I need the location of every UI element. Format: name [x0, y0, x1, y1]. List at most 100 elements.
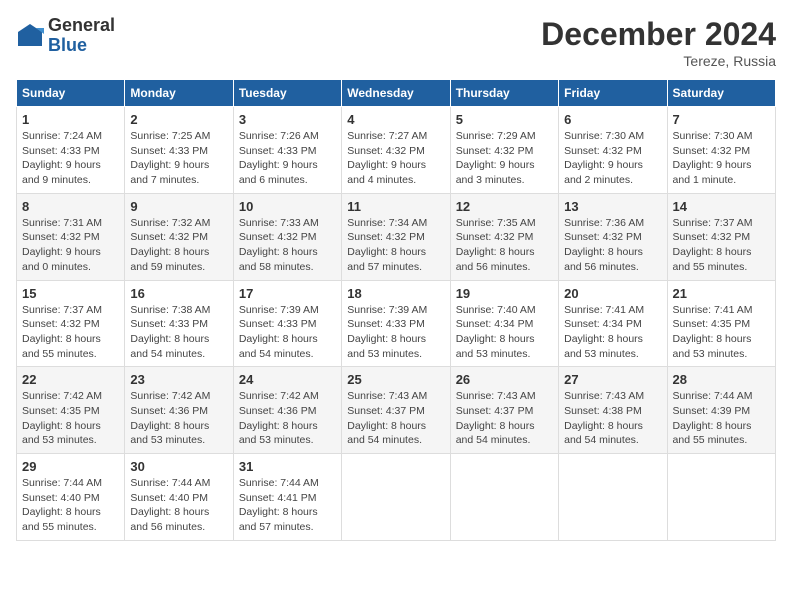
day-info: Sunrise: 7:39 AM Sunset: 4:33 PM Dayligh… [239, 303, 336, 362]
day-number: 28 [673, 372, 770, 387]
day-number: 1 [22, 112, 119, 127]
logo: General Blue [16, 16, 115, 56]
calendar-cell: 20 Sunrise: 7:41 AM Sunset: 4:34 PM Dayli… [559, 280, 667, 367]
weekday-header-sunday: Sunday [17, 80, 125, 107]
calendar-week-3: 15 Sunrise: 7:37 AM Sunset: 4:32 PM Dayli… [17, 280, 776, 367]
day-number: 27 [564, 372, 661, 387]
title-block: December 2024 Tereze, Russia [541, 16, 776, 69]
day-info: Sunrise: 7:24 AM Sunset: 4:33 PM Dayligh… [22, 129, 119, 188]
calendar-cell: 21 Sunrise: 7:41 AM Sunset: 4:35 PM Dayli… [667, 280, 775, 367]
day-number: 23 [130, 372, 227, 387]
day-info: Sunrise: 7:40 AM Sunset: 4:34 PM Dayligh… [456, 303, 553, 362]
day-info: Sunrise: 7:31 AM Sunset: 4:32 PM Dayligh… [22, 216, 119, 275]
weekday-header-wednesday: Wednesday [342, 80, 450, 107]
weekday-header-row: SundayMondayTuesdayWednesdayThursdayFrid… [17, 80, 776, 107]
weekday-header-saturday: Saturday [667, 80, 775, 107]
calendar-cell: 19 Sunrise: 7:40 AM Sunset: 4:34 PM Dayli… [450, 280, 558, 367]
day-number: 4 [347, 112, 444, 127]
day-info: Sunrise: 7:41 AM Sunset: 4:35 PM Dayligh… [673, 303, 770, 362]
calendar-cell: 30Sunrise: 7:44 AM Sunset: 4:40 PM Dayli… [125, 454, 233, 541]
day-info: Sunrise: 7:27 AM Sunset: 4:32 PM Dayligh… [347, 129, 444, 188]
day-number: 15 [22, 286, 119, 301]
calendar-cell: 24Sunrise: 7:42 AM Sunset: 4:36 PM Dayli… [233, 367, 341, 454]
day-number: 21 [673, 286, 770, 301]
calendar-cell: 15 Sunrise: 7:37 AM Sunset: 4:32 PM Dayli… [17, 280, 125, 367]
calendar-week-1: 1 Sunrise: 7:24 AM Sunset: 4:33 PM Daylig… [17, 107, 776, 194]
day-info: Sunrise: 7:44 AM Sunset: 4:40 PM Dayligh… [22, 476, 119, 535]
day-number: 8 [22, 199, 119, 214]
day-number: 14 [673, 199, 770, 214]
calendar-cell: 13Sunrise: 7:36 AM Sunset: 4:32 PM Dayli… [559, 193, 667, 280]
day-info: Sunrise: 7:43 AM Sunset: 4:37 PM Dayligh… [456, 389, 553, 448]
calendar-cell: 16Sunrise: 7:38 AM Sunset: 4:33 PM Dayli… [125, 280, 233, 367]
month-title: December 2024 [541, 16, 776, 53]
calendar-cell: 3 Sunrise: 7:26 AM Sunset: 4:33 PM Daylig… [233, 107, 341, 194]
calendar-cell: 23Sunrise: 7:42 AM Sunset: 4:36 PM Dayli… [125, 367, 233, 454]
day-info: Sunrise: 7:38 AM Sunset: 4:33 PM Dayligh… [130, 303, 227, 362]
day-number: 9 [130, 199, 227, 214]
day-info: Sunrise: 7:37 AM Sunset: 4:32 PM Dayligh… [673, 216, 770, 275]
day-number: 29 [22, 459, 119, 474]
day-info: Sunrise: 7:26 AM Sunset: 4:33 PM Dayligh… [239, 129, 336, 188]
calendar-cell: 2 Sunrise: 7:25 AM Sunset: 4:33 PM Daylig… [125, 107, 233, 194]
calendar-cell: 27 Sunrise: 7:43 AM Sunset: 4:38 PM Dayli… [559, 367, 667, 454]
day-number: 13 [564, 199, 661, 214]
calendar-cell [667, 454, 775, 541]
logo-text: General Blue [48, 16, 115, 56]
day-number: 31 [239, 459, 336, 474]
calendar-cell: 10 Sunrise: 7:33 AM Sunset: 4:32 PM Dayli… [233, 193, 341, 280]
calendar-cell: 31 Sunrise: 7:44 AM Sunset: 4:41 PM Dayli… [233, 454, 341, 541]
weekday-header-friday: Friday [559, 80, 667, 107]
calendar-cell: 4 Sunrise: 7:27 AM Sunset: 4:32 PM Daylig… [342, 107, 450, 194]
day-info: Sunrise: 7:44 AM Sunset: 4:40 PM Dayligh… [130, 476, 227, 535]
day-info: Sunrise: 7:43 AM Sunset: 4:37 PM Dayligh… [347, 389, 444, 448]
day-number: 10 [239, 199, 336, 214]
day-info: Sunrise: 7:25 AM Sunset: 4:33 PM Dayligh… [130, 129, 227, 188]
calendar-week-4: 22 Sunrise: 7:42 AM Sunset: 4:35 PM Dayli… [17, 367, 776, 454]
day-number: 6 [564, 112, 661, 127]
calendar-cell: 1 Sunrise: 7:24 AM Sunset: 4:33 PM Daylig… [17, 107, 125, 194]
day-info: Sunrise: 7:32 AM Sunset: 4:32 PM Dayligh… [130, 216, 227, 275]
calendar-cell: 8 Sunrise: 7:31 AM Sunset: 4:32 PM Daylig… [17, 193, 125, 280]
day-number: 7 [673, 112, 770, 127]
day-info: Sunrise: 7:39 AM Sunset: 4:33 PM Dayligh… [347, 303, 444, 362]
day-info: Sunrise: 7:34 AM Sunset: 4:32 PM Dayligh… [347, 216, 444, 275]
calendar-cell: 7 Sunrise: 7:30 AM Sunset: 4:32 PM Daylig… [667, 107, 775, 194]
day-info: Sunrise: 7:42 AM Sunset: 4:35 PM Dayligh… [22, 389, 119, 448]
day-info: Sunrise: 7:42 AM Sunset: 4:36 PM Dayligh… [239, 389, 336, 448]
calendar-cell: 9 Sunrise: 7:32 AM Sunset: 4:32 PM Daylig… [125, 193, 233, 280]
calendar-week-5: 29 Sunrise: 7:44 AM Sunset: 4:40 PM Dayli… [17, 454, 776, 541]
calendar-cell: 29 Sunrise: 7:44 AM Sunset: 4:40 PM Dayli… [17, 454, 125, 541]
day-info: Sunrise: 7:29 AM Sunset: 4:32 PM Dayligh… [456, 129, 553, 188]
page-header: General Blue December 2024 Tereze, Russi… [16, 16, 776, 69]
day-info: Sunrise: 7:33 AM Sunset: 4:32 PM Dayligh… [239, 216, 336, 275]
logo-general-text: General [48, 16, 115, 36]
calendar-cell: 22 Sunrise: 7:42 AM Sunset: 4:35 PM Dayli… [17, 367, 125, 454]
calendar-cell [342, 454, 450, 541]
day-info: Sunrise: 7:30 AM Sunset: 4:32 PM Dayligh… [564, 129, 661, 188]
day-number: 20 [564, 286, 661, 301]
day-info: Sunrise: 7:41 AM Sunset: 4:34 PM Dayligh… [564, 303, 661, 362]
day-number: 26 [456, 372, 553, 387]
day-info: Sunrise: 7:30 AM Sunset: 4:32 PM Dayligh… [673, 129, 770, 188]
calendar-cell [450, 454, 558, 541]
logo-icon [16, 22, 44, 50]
day-number: 22 [22, 372, 119, 387]
calendar-cell: 6 Sunrise: 7:30 AM Sunset: 4:32 PM Daylig… [559, 107, 667, 194]
day-number: 3 [239, 112, 336, 127]
calendar-cell [559, 454, 667, 541]
day-number: 12 [456, 199, 553, 214]
calendar-table: SundayMondayTuesdayWednesdayThursdayFrid… [16, 79, 776, 541]
calendar-cell: 12 Sunrise: 7:35 AM Sunset: 4:32 PM Dayli… [450, 193, 558, 280]
day-number: 25 [347, 372, 444, 387]
location: Tereze, Russia [541, 53, 776, 69]
day-info: Sunrise: 7:35 AM Sunset: 4:32 PM Dayligh… [456, 216, 553, 275]
day-info: Sunrise: 7:43 AM Sunset: 4:38 PM Dayligh… [564, 389, 661, 448]
calendar-cell: 17 Sunrise: 7:39 AM Sunset: 4:33 PM Dayli… [233, 280, 341, 367]
day-info: Sunrise: 7:37 AM Sunset: 4:32 PM Dayligh… [22, 303, 119, 362]
weekday-header-monday: Monday [125, 80, 233, 107]
day-number: 2 [130, 112, 227, 127]
day-number: 19 [456, 286, 553, 301]
day-info: Sunrise: 7:44 AM Sunset: 4:41 PM Dayligh… [239, 476, 336, 535]
day-number: 17 [239, 286, 336, 301]
